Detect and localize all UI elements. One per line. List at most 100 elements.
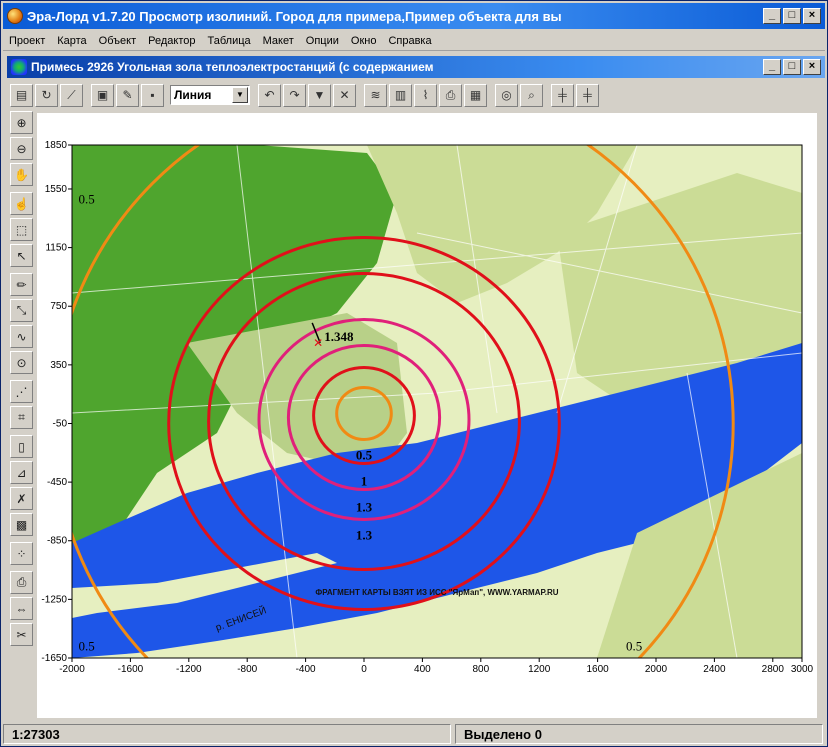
menu-editor[interactable]: Редактор [148,35,195,47]
x-tick-label: -1600 [118,664,144,675]
x-tick-label: 2400 [703,664,726,675]
x-tick-label: 0 [361,664,367,675]
dimension-icon[interactable]: ⇔ [10,597,33,620]
y-tick-label: 1850 [45,140,68,151]
mark-icon[interactable]: ✗ [10,487,33,510]
minimize-button[interactable]: _ [763,8,781,24]
vertical-split-icon[interactable]: ╪ [551,83,574,107]
hand-icon[interactable]: ☝ [10,192,33,215]
max-value-label: 1.348 [324,329,354,344]
outer-isoline-label: 0.5 [78,192,94,207]
table-icon[interactable]: ▦ [464,83,487,107]
isoline-label: 1.3 [356,527,373,542]
calc-icon[interactable]: ▩ [10,513,33,536]
rp-icon[interactable]: ▯ [10,435,33,458]
child-title-bar[interactable]: Примесь 2926 Угольная зола теплоэлектрос… [7,56,825,78]
object-icon[interactable]: ▣ [91,83,114,107]
refresh-icon[interactable]: ↻ [35,83,58,107]
menu-help[interactable]: Справка [388,35,431,47]
menu-map[interactable]: Карта [57,35,86,47]
x-axis: -2000 -1600 -1200 -800 -400 0 400 800 1200 1600 20… [59,658,814,675]
vertical-split-2-icon[interactable]: ╪ [576,83,599,107]
x-tick-label: 2800 [762,664,785,675]
x-tick-label: -1200 [176,664,202,675]
y-tick-label: -850 [47,536,67,547]
save-icon[interactable]: ▪ [141,83,164,107]
line-type-value: Линия [174,88,212,102]
y-tick-label: 1150 [45,243,67,254]
status-bar: 1:27303 Выделено 0 [3,723,825,745]
undo-icon[interactable]: ↶ [258,83,281,107]
bar-chart-icon[interactable]: ▥ [389,83,412,107]
pencil-icon[interactable]: ✏ [10,273,33,296]
cross-line-icon[interactable]: ✕ [333,83,356,107]
max-marker: ✕ [313,336,323,350]
menu-project[interactable]: Проект [9,35,45,47]
zoom-rect-icon[interactable]: ⬚ [10,218,33,241]
toolbar: ▤ ↻ ⟋ ▣ ✎ ▪ Линия ▼ ↶ ↷ ▼ ✕ ≋ ▥ ⌇ ⎙ ▦ ◎ … [7,80,825,110]
child-minimize-button[interactable]: _ [763,59,781,75]
map-layer: 0.5 1 1.3 1.3 0.5 0.5 0.5 ✕ 1.348 [72,145,802,658]
scissors-icon[interactable]: ✂ [10,623,33,646]
layers-icon[interactable]: ▤ [10,83,33,107]
title-bar[interactable]: Эра-Лорд v1.7.20 Просмотр изолиний. Горо… [3,3,825,29]
circle-icon[interactable]: ⊙ [10,351,33,374]
app-window: Эра-Лорд v1.7.20 Просмотр изолиний. Горо… [0,0,828,747]
outer-isoline-label: 0.5 [626,639,642,654]
curve-icon[interactable]: ∿ [10,325,33,348]
pointer-icon[interactable]: ↖ [10,244,33,267]
x-tick-label: -800 [237,664,257,675]
menu-bar: Проект Карта Объект Редактор Таблица Мак… [3,31,825,51]
y-tick-label: -450 [47,477,67,488]
scale-readout: 1:27303 [3,724,451,744]
dots-icon[interactable]: ⁘ [10,542,33,565]
selection-count: Выделено 0 [455,724,823,744]
ruler-icon[interactable]: ⟋ [60,83,83,107]
isoline-label: 1.3 [356,499,373,514]
grid-icon[interactable]: ⌗ [10,406,33,429]
pan-hand-icon[interactable]: ✋ [10,163,33,186]
chevron-down-icon[interactable]: ▼ [232,87,248,103]
line-type-select[interactable]: Линия ▼ [170,85,250,105]
y-tick-label: -1250 [41,594,67,605]
printer-icon[interactable]: ⎙ [10,571,33,594]
maximize-button[interactable]: □ [783,8,801,24]
left-toolbar: ⊕ ⊖ ✋ ☝ ⬚ ↖ ✏ ⤡ ∿ ⊙ ⋰ ⌗ ▯ ⊿ ✗ ▩ ⁘ ⎙ ⇔ ✂ [10,111,36,649]
map-attribution: ФРАГМЕНТ КАРТЫ ВЗЯТ ИЗ ИСС "ЯрМап", WWW.… [315,588,558,597]
x-tick-label: 1600 [586,664,609,675]
stairs-icon[interactable]: ⊿ [10,461,33,484]
y-tick-label: 750 [50,301,67,312]
x-tick-label: -2000 [59,664,85,675]
menu-layout[interactable]: Макет [263,35,294,47]
y-tick-label: -1650 [41,653,67,664]
target-icon[interactable]: ◎ [495,83,518,107]
node-icon[interactable]: ⋰ [10,380,33,403]
print-icon[interactable]: ⎙ [439,83,462,107]
app-icon [7,8,23,24]
filter-icon[interactable]: ▼ [308,83,331,107]
isoline-map[interactable]: 0.5 1 1.3 1.3 0.5 0.5 0.5 ✕ 1.348 -2000 -1600 -120… [37,113,817,718]
polyline-icon[interactable]: ⤡ [10,299,33,322]
menu-window[interactable]: Окно [351,35,377,47]
child-maximize-button[interactable]: □ [783,59,801,75]
redo-icon[interactable]: ↷ [283,83,306,107]
isoline-icon[interactable]: ≋ [364,83,387,107]
edit-icon[interactable]: ✎ [116,83,139,107]
x-tick-label: 3000 [791,664,814,675]
close-button[interactable]: × [803,8,821,24]
map-view[interactable]: 0.5 1 1.3 1.3 0.5 0.5 0.5 ✕ 1.348 -2000 -1600 -120… [37,113,817,718]
x-tick-label: 400 [414,664,431,675]
graph-icon[interactable]: ⌇ [414,83,437,107]
zoom-in-icon[interactable]: ⊕ [10,111,33,134]
document-icon [11,59,27,75]
y-tick-label: 350 [50,360,67,371]
zoom-out-icon[interactable]: ⊖ [10,137,33,160]
y-axis: 1850 1550 1150 750 350 -50 -450 -850 -1250 -1650 [41,140,72,664]
x-tick-label: -400 [296,664,316,675]
menu-table[interactable]: Таблица [208,35,251,47]
child-close-button[interactable]: × [803,59,821,75]
menu-object[interactable]: Объект [99,35,136,47]
magnifier-icon[interactable]: ⌕ [520,83,543,107]
menu-options[interactable]: Опции [306,35,339,47]
x-tick-label: 1200 [528,664,551,675]
